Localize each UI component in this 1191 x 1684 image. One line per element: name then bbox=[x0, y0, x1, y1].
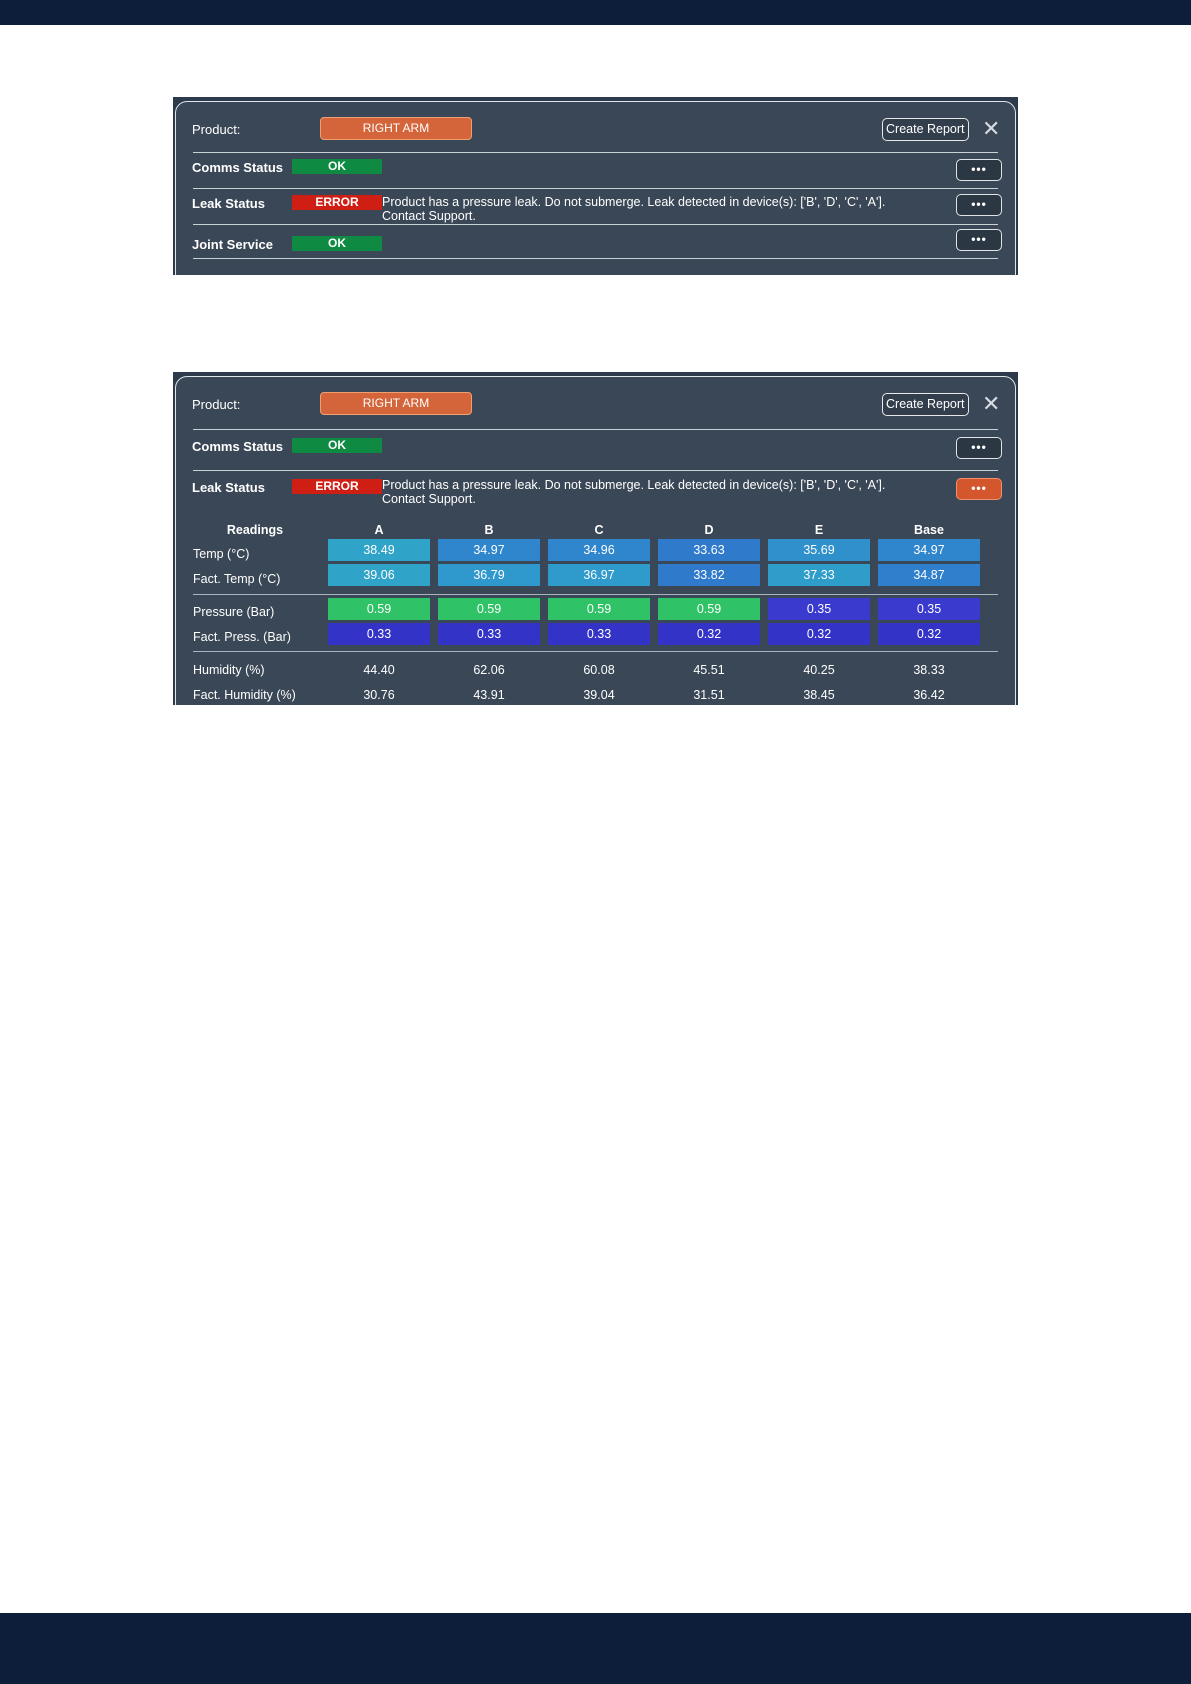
leak-status-label: Leak Status bbox=[192, 480, 265, 495]
status-panel-expanded: Product: RIGHT ARM Create Report ✕ Comms… bbox=[173, 372, 1018, 705]
divider bbox=[193, 188, 998, 189]
pressure-cell-a: 0.59 bbox=[328, 598, 430, 620]
fact-press-cell-a: 0.33 bbox=[328, 623, 430, 645]
create-report-button[interactable]: Create Report bbox=[882, 118, 969, 141]
readings-header: Readings bbox=[226, 523, 284, 537]
row-label-humidity: Humidity (%) bbox=[193, 663, 265, 677]
row-label-pressure: Pressure (Bar) bbox=[193, 605, 275, 619]
fact-temp-cell-b: 36.79 bbox=[438, 564, 540, 586]
pressure-cell-d: 0.59 bbox=[658, 598, 760, 620]
fact-temp-cell-a: 39.06 bbox=[328, 564, 430, 586]
joint-service-label: Joint Service bbox=[192, 237, 273, 252]
leak-more-button[interactable]: ••• bbox=[956, 194, 1002, 216]
fact-press-cell-c: 0.33 bbox=[548, 623, 650, 645]
pressure-cell-base: 0.35 bbox=[878, 598, 980, 620]
panel-frame: Product: RIGHT ARM Create Report ✕ Comms… bbox=[175, 376, 1016, 705]
divider bbox=[193, 429, 998, 430]
panel-frame: Product: RIGHT ARM Create Report ✕ Comms… bbox=[175, 101, 1016, 275]
fact-humidity-cell-e: 38.45 bbox=[803, 688, 835, 702]
leak-status-badge: ERROR bbox=[292, 195, 382, 210]
fact-humidity-cell-c: 39.04 bbox=[583, 688, 615, 702]
leak-more-button[interactable]: ••• bbox=[956, 478, 1002, 500]
divider bbox=[193, 258, 998, 259]
fact-humidity-cell-d: 31.51 bbox=[693, 688, 725, 702]
product-label: Product: bbox=[192, 397, 241, 412]
table-divider bbox=[193, 594, 998, 595]
humidity-cell-c: 60.08 bbox=[583, 663, 615, 677]
divider bbox=[193, 470, 998, 471]
fact-temp-cell-e: 37.33 bbox=[768, 564, 870, 586]
temp-cell-base: 34.97 bbox=[878, 539, 980, 561]
fact-press-cell-base: 0.32 bbox=[878, 623, 980, 645]
humidity-cell-b: 62.06 bbox=[473, 663, 505, 677]
column-header-e: E bbox=[814, 523, 824, 537]
humidity-cell-d: 45.51 bbox=[693, 663, 725, 677]
fact-humidity-cell-b: 43.91 bbox=[473, 688, 505, 702]
pressure-cell-b: 0.59 bbox=[438, 598, 540, 620]
fact-press-cell-b: 0.33 bbox=[438, 623, 540, 645]
fact-press-cell-d: 0.32 bbox=[658, 623, 760, 645]
comms-status-badge: OK bbox=[292, 438, 382, 453]
product-value[interactable]: RIGHT ARM bbox=[320, 392, 472, 415]
leak-status-message: Product has a pressure leak. Do not subm… bbox=[382, 478, 886, 506]
table-divider bbox=[193, 651, 998, 652]
close-icon[interactable]: ✕ bbox=[982, 393, 1000, 415]
joint-service-badge: OK bbox=[292, 236, 382, 251]
pressure-cell-c: 0.59 bbox=[548, 598, 650, 620]
page-footer-bar bbox=[0, 1613, 1191, 1684]
row-label-fact-press: Fact. Press. (Bar) bbox=[193, 630, 291, 644]
divider bbox=[193, 224, 998, 225]
comms-more-button[interactable]: ••• bbox=[956, 159, 1002, 181]
fact-press-cell-e: 0.32 bbox=[768, 623, 870, 645]
close-icon[interactable]: ✕ bbox=[982, 118, 1000, 140]
column-header-c: C bbox=[594, 523, 604, 537]
humidity-cell-a: 44.40 bbox=[363, 663, 395, 677]
product-label: Product: bbox=[192, 122, 241, 137]
temp-cell-d: 33.63 bbox=[658, 539, 760, 561]
comms-status-label: Comms Status bbox=[192, 439, 284, 454]
joint-more-button[interactable]: ••• bbox=[956, 229, 1002, 251]
product-value[interactable]: RIGHT ARM bbox=[320, 117, 472, 140]
row-label-temp: Temp (°C) bbox=[193, 547, 250, 561]
row-label-fact-temp: Fact. Temp (°C) bbox=[193, 572, 281, 586]
fact-humidity-cell-base: 36.42 bbox=[913, 688, 945, 702]
column-header-base: Base bbox=[914, 523, 944, 537]
leak-status-badge: ERROR bbox=[292, 479, 382, 494]
fact-temp-cell-c: 36.97 bbox=[548, 564, 650, 586]
temp-cell-c: 34.96 bbox=[548, 539, 650, 561]
column-header-a: A bbox=[374, 523, 384, 537]
fact-temp-cell-d: 33.82 bbox=[658, 564, 760, 586]
divider bbox=[193, 152, 998, 153]
temp-cell-a: 38.49 bbox=[328, 539, 430, 561]
row-label-fact-humidity: Fact. Humidity (%) bbox=[193, 688, 296, 702]
temp-cell-b: 34.97 bbox=[438, 539, 540, 561]
comms-status-label: Comms Status bbox=[192, 160, 284, 175]
comms-status-badge: OK bbox=[292, 159, 382, 174]
page-header-bar bbox=[0, 0, 1191, 25]
fact-humidity-cell-a: 30.76 bbox=[363, 688, 395, 702]
leak-status-label: Leak Status bbox=[192, 196, 265, 211]
column-header-d: D bbox=[704, 523, 714, 537]
status-panel-collapsed: Product: RIGHT ARM Create Report ✕ Comms… bbox=[173, 97, 1018, 275]
humidity-cell-e: 40.25 bbox=[803, 663, 835, 677]
leak-status-message: Product has a pressure leak. Do not subm… bbox=[382, 195, 886, 223]
humidity-cell-base: 38.33 bbox=[913, 663, 945, 677]
pressure-cell-e: 0.35 bbox=[768, 598, 870, 620]
temp-cell-e: 35.69 bbox=[768, 539, 870, 561]
column-header-b: B bbox=[484, 523, 494, 537]
create-report-button[interactable]: Create Report bbox=[882, 393, 969, 416]
comms-more-button[interactable]: ••• bbox=[956, 437, 1002, 459]
fact-temp-cell-base: 34.87 bbox=[878, 564, 980, 586]
